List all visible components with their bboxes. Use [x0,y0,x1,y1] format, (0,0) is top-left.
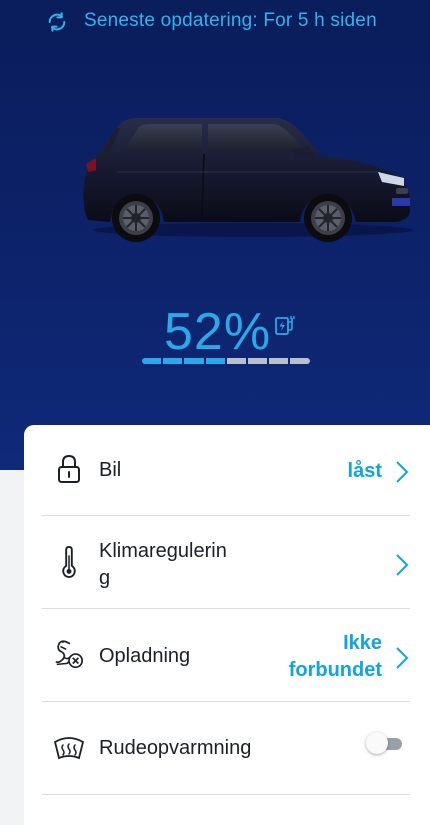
last-update-text: Seneste opdatering: For 5 h siden [84,10,377,31]
row-label-climate-line2: g [99,567,111,589]
row-label-climate-line1: Klimaregulerin [99,540,227,562]
row-window-heating[interactable]: Rudeopvarmning [42,704,410,795]
thermometer-icon [62,546,76,578]
toggle-knob [366,732,388,754]
battery-segment [247,358,268,364]
battery-segment [290,358,310,364]
lock-status-value: låst [347,460,382,482]
vehicle-controls-card: Bil låst Klimaregulerin g Opladning Ikke [24,425,430,825]
charging-plug-icon [275,316,295,335]
car-image [83,118,413,242]
lock-icon [58,454,80,483]
row-charging[interactable]: Opladning Ikke forbundet [42,611,410,702]
refresh-icon[interactable] [46,11,68,33]
row-car-lock[interactable]: Bil låst [42,425,410,516]
battery-level-bar [142,358,310,364]
chevron-right-icon[interactable] [394,460,410,484]
battery-segment [205,358,225,364]
chevron-right-icon[interactable] [394,553,410,577]
row-label-window-heating: Rudeopvarmning [99,737,252,759]
window-heating-icon [53,737,85,760]
battery-segment [163,358,183,364]
battery-segment [226,358,246,364]
charging-status-line2: forbundet [288,659,382,681]
row-label-charging: Opladning [99,645,191,667]
vehicle-hero: Seneste opdatering: For 5 h siden 52% [0,0,430,470]
battery-segment [269,358,289,364]
battery-segment [142,358,162,364]
battery-segment [184,358,204,364]
battery-status[interactable]: 52% [142,296,312,376]
battery-percent: 52% [164,303,272,361]
chevron-right-icon[interactable] [394,646,410,670]
window-heating-toggle[interactable] [366,732,404,754]
charging-cable-disconnected-icon [55,640,84,669]
row-climate-control[interactable]: Klimaregulerin g [42,518,410,609]
charging-status-line1: Ikke [343,632,382,654]
row-label-car: Bil [99,459,122,481]
